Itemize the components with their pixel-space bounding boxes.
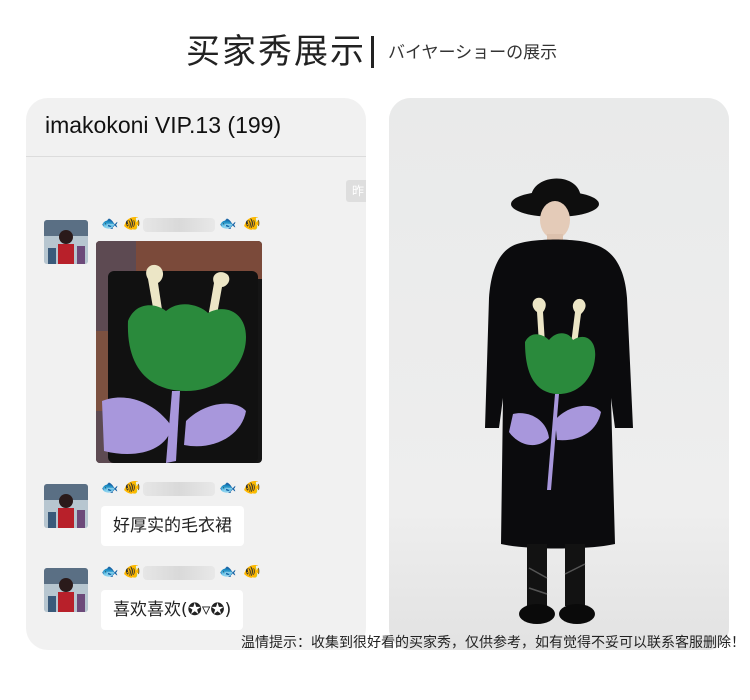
fish-emoji-icon: 🐠 (243, 564, 261, 580)
page-subtitle: バイヤーショーの展示 (388, 43, 558, 63)
sender-nickname: 🐟 🐠 🐟 🐠 (101, 564, 266, 580)
blurred-nickname (143, 482, 215, 496)
chat-screenshot-panel: imakokoni VIP.13 (199) 昨 🐟 🐠 🐟 🐠 🐟 🐠 🐟 🐠… (26, 98, 366, 650)
title-divider (371, 36, 374, 68)
message-bubble[interactable]: 喜欢喜欢(✪▿✪) (101, 590, 244, 630)
timestamp-chip: 昨 (346, 180, 366, 202)
blurred-nickname (143, 566, 215, 580)
chat-group-title: imakokoni VIP.13 (199) (45, 112, 282, 138)
avatar[interactable] (44, 568, 88, 612)
sender-nickname: 🐟 🐠 🐟 🐠 (101, 216, 266, 232)
fish-emoji-icon: 🐟 (219, 564, 237, 580)
fish-emoji-icon: 🐠 (243, 216, 261, 232)
avatar[interactable] (44, 220, 88, 264)
fish-emoji-icon: 🐟 (101, 216, 119, 232)
blurred-nickname (143, 218, 215, 232)
fish-emoji-icon: 🐠 (123, 480, 141, 496)
fish-emoji-icon: 🐟 (219, 216, 237, 232)
fish-emoji-icon: 🐟 (101, 564, 119, 580)
fish-emoji-icon: 🐠 (123, 564, 141, 580)
sent-photo[interactable] (96, 241, 262, 463)
page-header: 买家秀展示 バイヤーショーの展示 (0, 30, 750, 74)
footer-note: 温情提示：收集到很好看的买家秀，仅供参考，如有觉得不妥可以联系客服删除！ (241, 635, 745, 651)
message-bubble[interactable]: 好厚实的毛衣裙 (101, 506, 244, 546)
model-photo (389, 98, 729, 650)
page-title: 买家秀展示 (186, 32, 366, 72)
chat-header: imakokoni VIP.13 (199) (26, 98, 366, 157)
avatar[interactable] (44, 484, 88, 528)
fish-emoji-icon: 🐠 (123, 216, 141, 232)
sender-nickname: 🐟 🐠 🐟 🐠 (101, 480, 266, 496)
fish-emoji-icon: 🐠 (243, 480, 261, 496)
fish-emoji-icon: 🐟 (101, 480, 119, 496)
fish-emoji-icon: 🐟 (219, 480, 237, 496)
